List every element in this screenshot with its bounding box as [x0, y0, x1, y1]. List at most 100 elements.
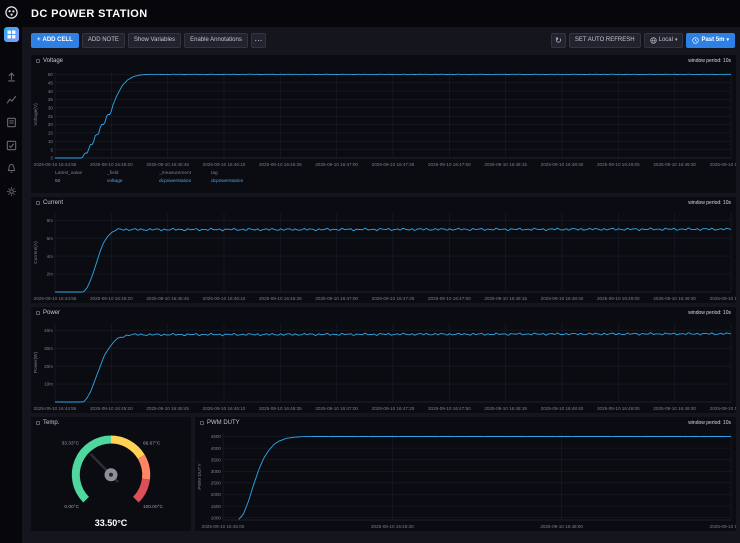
svg-text:PWM DUTY: PWM DUTY [197, 463, 203, 490]
cell-title[interactable]: Power [43, 310, 60, 316]
svg-text:0: 0 [50, 156, 53, 161]
temperature-cell: Temp. 0.00°C33.33°C66.67°C100.00°C 33.50… [31, 417, 191, 531]
svg-text:25: 25 [48, 114, 54, 119]
refresh-button[interactable]: ↻ [551, 33, 566, 48]
upload-icon [6, 71, 17, 82]
svg-text:2025-09-10 16:45:20: 2025-09-10 16:45:20 [90, 162, 133, 167]
svg-text:2025-09-10 16:47:25: 2025-09-10 16:47:25 [372, 162, 415, 167]
legend-value[interactable]: dcpowerstation [159, 178, 211, 186]
topbar: DC POWER STATION [22, 0, 740, 27]
power-chart[interactable]: 2025-09-10 16:44:552025-09-10 16:45:2020… [31, 319, 736, 413]
legend-header: _field [107, 170, 159, 178]
svg-text:50: 50 [48, 72, 54, 77]
svg-text:2025-09-10 16:49:30: 2025-09-10 16:49:30 [653, 162, 696, 167]
legend-value[interactable]: voltage [107, 178, 159, 186]
svg-text:0.00°C: 0.00°C [64, 504, 79, 510]
svg-text:2025-09-10 16:47:00: 2025-09-10 16:47:00 [315, 296, 358, 301]
current-chart[interactable]: 2025-09-10 16:44:552025-09-10 16:45:2020… [31, 209, 736, 303]
svg-text:2025-09-10 16:49:05: 2025-09-10 16:49:05 [597, 296, 640, 301]
svg-text:2025-09-10 16:46:10: 2025-09-10 16:46:10 [203, 406, 246, 411]
legend-value[interactable]: 50 [55, 178, 107, 186]
sidebar-item-load-data[interactable] [4, 69, 18, 83]
influxdb-logo-icon[interactable] [4, 5, 19, 20]
legend-header: _measurement [159, 170, 211, 178]
svg-text:1000: 1000 [211, 515, 222, 520]
cell-handle-icon[interactable] [36, 201, 40, 205]
set-auto-refresh-label: SET AUTO REFRESH [575, 37, 635, 43]
svg-text:2025-09-10 16:47:25: 2025-09-10 16:47:25 [372, 296, 415, 301]
add-note-button[interactable]: ADD NOTE [82, 33, 125, 48]
show-variables-label: Show Variables [134, 37, 175, 43]
plus-icon: + [37, 37, 41, 43]
more-options-button[interactable]: ⋯ [251, 33, 266, 48]
svg-text:2025-09-10 16:44:55: 2025-09-10 16:44:55 [34, 296, 77, 301]
svg-text:2025-09-10 16:46:35: 2025-09-10 16:46:35 [259, 296, 302, 301]
show-variables-button[interactable]: Show Variables [128, 33, 181, 48]
cell-handle-icon[interactable] [36, 311, 40, 315]
svg-text:2025-09-10 16:48:15: 2025-09-10 16:48:15 [484, 296, 527, 301]
svg-text:30m: 30m [44, 346, 53, 351]
svg-text:8m: 8m [47, 218, 54, 223]
cell-handle-icon[interactable] [200, 421, 204, 425]
svg-text:Current(A): Current(A) [33, 241, 39, 264]
svg-text:6m: 6m [47, 236, 54, 241]
sidebar-item-data-explorer[interactable] [4, 92, 18, 106]
voltage-chart[interactable]: 2025-09-10 16:44:552025-09-10 16:45:2020… [31, 67, 736, 169]
add-cell-label: ADD CELL [43, 37, 73, 43]
cell-title[interactable]: Voltage [43, 58, 63, 64]
enable-annotations-button[interactable]: Enable Annotations [184, 33, 248, 48]
sidebar-item-alerts[interactable] [4, 161, 18, 175]
svg-text:2025-09-10 16:47:50: 2025-09-10 16:47:50 [428, 162, 471, 167]
legend-header: Latest_value [55, 170, 107, 178]
time-range-dropdown[interactable]: Past 5m ▾ [686, 33, 735, 48]
sidebar-item-dashboards-active[interactable] [4, 27, 19, 42]
svg-text:2025-09-10 16:47:00: 2025-09-10 16:47:00 [315, 406, 358, 411]
pwm-duty-cell: PWM DUTY window period: 10s 2025-09-10 1… [195, 417, 736, 531]
svg-text:2025-09-10 16:47:50: 2025-09-10 16:47:50 [428, 406, 471, 411]
svg-text:2025-09-10 16:46:30: 2025-09-10 16:46:30 [371, 524, 414, 529]
cell-title[interactable]: Current [43, 200, 63, 206]
globe-icon [650, 37, 657, 44]
svg-text:2025-09-10 16:49:55: 2025-09-10 16:49:55 [710, 162, 736, 167]
sidebar-item-settings[interactable] [4, 184, 18, 198]
svg-text:2025-09-10 16:49:30: 2025-09-10 16:49:30 [653, 406, 696, 411]
temperature-gauge: 0.00°C33.33°C66.67°C100.00°C [31, 429, 191, 517]
svg-text:5: 5 [50, 147, 53, 152]
svg-text:4500: 4500 [211, 434, 222, 439]
svg-text:2025-09-10 16:45:45: 2025-09-10 16:45:45 [146, 162, 189, 167]
svg-text:2025-09-10 16:46:35: 2025-09-10 16:46:35 [259, 162, 302, 167]
cell-handle-icon[interactable] [36, 59, 40, 63]
set-auto-refresh-button[interactable]: SET AUTO REFRESH [569, 33, 641, 48]
temperature-value: 33.50°C [31, 518, 191, 528]
cell-title[interactable]: PWM DUTY [207, 420, 240, 426]
gear-icon [6, 186, 17, 197]
svg-text:2m: 2m [47, 272, 54, 277]
svg-text:20: 20 [48, 122, 54, 127]
window-period-label: window period: 10s [688, 310, 731, 316]
sidebar-item-tasks[interactable] [4, 138, 18, 152]
svg-text:2025-09-10 16:47:00: 2025-09-10 16:47:00 [315, 162, 358, 167]
svg-text:4m: 4m [47, 254, 54, 259]
cell-title[interactable]: Temp. [43, 420, 59, 426]
cell-handle-icon[interactable] [36, 421, 40, 425]
svg-text:2025-09-10 16:48:40: 2025-09-10 16:48:40 [541, 162, 584, 167]
legend-value[interactable]: dcpowerstation [211, 178, 263, 186]
influxdb-dashboard: DC POWER STATION + ADD CELL ADD NOTE Sho… [0, 0, 740, 543]
sidebar-item-boards[interactable] [4, 115, 18, 129]
svg-text:2025-09-10 16:46:10: 2025-09-10 16:46:10 [203, 296, 246, 301]
dashboards-icon [7, 30, 16, 39]
enable-annotations-label: Enable Annotations [190, 37, 242, 43]
svg-text:45: 45 [48, 80, 54, 85]
svg-text:2025-09-10 16:48:40: 2025-09-10 16:48:40 [541, 406, 584, 411]
clock-icon [692, 37, 699, 44]
svg-text:Power(W): Power(W) [33, 351, 39, 373]
svg-text:33.33°C: 33.33°C [62, 440, 80, 446]
svg-text:2025-09-10 16:48:40: 2025-09-10 16:48:40 [541, 296, 584, 301]
current-cell: Current window period: 10s 2025-09-10 16… [31, 197, 736, 303]
add-cell-button[interactable]: + ADD CELL [31, 33, 79, 48]
timezone-dropdown[interactable]: Local ▾ [644, 33, 684, 48]
pwm-duty-chart[interactable]: 2025-09-10 16:45:002025-09-10 16:46:3020… [195, 429, 736, 531]
chevron-down-icon: ▾ [726, 37, 729, 43]
svg-text:35: 35 [48, 97, 54, 102]
sidebar [0, 0, 22, 543]
